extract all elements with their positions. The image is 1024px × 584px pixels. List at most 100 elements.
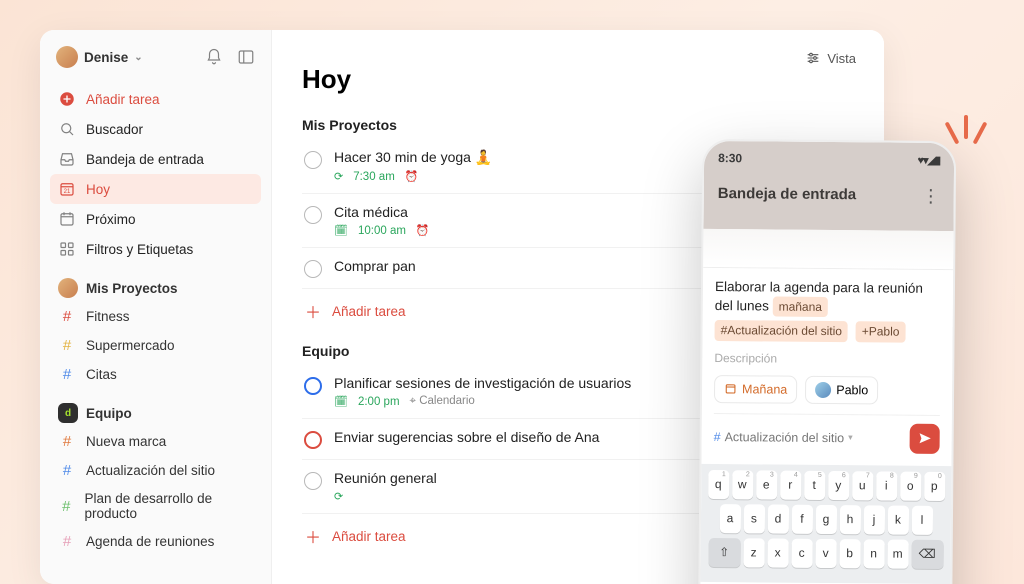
phone-mockup: 8:30 ♥▾◢▮ Bandeja de entrada ⋮ Elaborar …: [698, 139, 957, 584]
nav-inbox[interactable]: Bandeja de entrada: [50, 144, 261, 174]
project-label: Citas: [86, 367, 117, 382]
keyboard-key[interactable]: v: [815, 538, 836, 567]
panel-icon[interactable]: [237, 48, 255, 66]
team-avatar: d: [58, 403, 78, 423]
chip-date[interactable]: mañana: [773, 297, 829, 318]
keyboard-key[interactable]: b: [839, 539, 860, 568]
chip-assignee[interactable]: +Pablo: [856, 322, 906, 343]
project-label: Fitness: [86, 309, 130, 324]
keyboard-key[interactable]: i8: [876, 471, 897, 500]
keyboard-key[interactable]: l: [911, 505, 932, 534]
recurring-icon: ⟳: [334, 490, 343, 503]
task-checkbox[interactable]: [304, 151, 322, 169]
alarm-icon: ⏰: [405, 170, 419, 183]
project-label: Nueva marca: [86, 434, 166, 449]
keyboard-key[interactable]: z: [743, 538, 764, 567]
keyboard-key[interactable]: ⇧: [708, 538, 740, 567]
keyboard[interactable]: q1w2e3r4t5y6u7i8o9p0 asdfghjkl ⇧zxcvbnm⌫: [700, 464, 951, 584]
keyboard-key[interactable]: o9: [900, 471, 921, 500]
keyboard-key[interactable]: f: [791, 504, 812, 533]
task-checkbox[interactable]: [304, 431, 322, 449]
keyboard-key[interactable]: n: [863, 539, 884, 568]
nav-today[interactable]: 21 Hoy: [50, 174, 261, 204]
calendar-small-icon: 🗓: [334, 395, 348, 408]
avatar: [58, 278, 78, 298]
sidebar-project-item[interactable]: #Agenda de reuniones: [50, 527, 261, 556]
sidebar-project-item[interactable]: #Actualización del sitio: [50, 456, 261, 485]
section-label: Mis Proyectos: [86, 281, 178, 296]
nav-add-task[interactable]: Añadir tarea: [50, 84, 261, 114]
task-checkbox[interactable]: [304, 260, 322, 278]
keyboard-key[interactable]: u7: [852, 471, 873, 500]
hash-icon: #: [58, 462, 76, 479]
nav-label: Buscador: [86, 122, 143, 137]
svg-text:21: 21: [64, 189, 71, 195]
sidebar-project-item[interactable]: #Plan de desarrollo de producto: [50, 485, 261, 527]
chip-project[interactable]: #Actualización del sitio: [715, 320, 849, 341]
user-menu[interactable]: Denise ⌄: [56, 46, 143, 68]
calendar-today-icon: 21: [58, 180, 76, 198]
inbox-icon: [58, 150, 76, 168]
keyboard-key[interactable]: h: [839, 505, 860, 534]
hash-icon: #: [58, 337, 76, 354]
keyboard-key[interactable]: p0: [924, 471, 945, 500]
calendar-icon: [724, 382, 737, 395]
keyboard-key[interactable]: d: [767, 504, 788, 533]
keyboard-key[interactable]: y6: [828, 471, 849, 500]
task-time: 10:00 am: [358, 225, 406, 237]
task-time: 2:00 pm: [358, 396, 400, 408]
keyboard-key[interactable]: e3: [756, 470, 777, 499]
task-checkbox[interactable]: [304, 472, 322, 490]
section-team[interactable]: d Equipo: [50, 389, 261, 427]
page-title: Hoy: [302, 64, 854, 95]
task-checkbox[interactable]: [304, 377, 322, 395]
phone-background: [703, 229, 953, 269]
hash-icon: #: [58, 366, 76, 383]
keyboard-key[interactable]: r4: [780, 470, 801, 499]
hash-icon: #: [58, 433, 76, 450]
keyboard-key[interactable]: t5: [804, 470, 825, 499]
keyboard-key[interactable]: j: [863, 505, 884, 534]
date-pill[interactable]: Mañana: [714, 375, 797, 404]
calendar-icon: [58, 210, 76, 228]
nav-filters[interactable]: Filtros y Etiquetas: [50, 234, 261, 264]
search-icon: [58, 120, 76, 138]
view-button[interactable]: Vista: [805, 50, 856, 66]
alarm-icon: ⏰: [416, 224, 430, 237]
task-checkbox[interactable]: [304, 206, 322, 224]
project-label: Supermercado: [86, 338, 175, 353]
sidebar-project-item[interactable]: #Fitness: [50, 302, 261, 331]
status-icons: ♥▾◢▮: [917, 153, 940, 167]
sidebar-project-item[interactable]: # Citas: [50, 360, 261, 389]
sliders-icon: [805, 50, 821, 66]
project-selector[interactable]: # Actualización del sitio ▾: [714, 430, 853, 445]
nav-upcoming[interactable]: Próximo: [50, 204, 261, 234]
sheet-description[interactable]: Descripción: [714, 351, 940, 367]
sidebar-project-item[interactable]: # Supermercado: [50, 331, 261, 360]
keyboard-key[interactable]: w2: [732, 470, 753, 499]
keyboard-key[interactable]: q1: [708, 470, 729, 499]
keyboard-key[interactable]: a: [719, 504, 740, 533]
sidebar-top: Denise ⌄: [50, 44, 261, 84]
sidebar-project-item[interactable]: # Nueva marca: [50, 427, 261, 456]
keyboard-key[interactable]: k: [887, 505, 908, 534]
calendar-small-icon: 🗓: [334, 224, 348, 237]
assignee-pill[interactable]: Pablo: [805, 375, 878, 404]
nav-label: Añadir tarea: [86, 92, 160, 107]
keyboard-key[interactable]: m: [887, 539, 908, 568]
section-my-projects[interactable]: Mis Proyectos: [50, 264, 261, 302]
nav-search[interactable]: Buscador: [50, 114, 261, 144]
keyboard-key[interactable]: c: [791, 538, 812, 567]
send-button[interactable]: [910, 423, 940, 453]
task-time: 7:30 am: [353, 171, 395, 183]
user-name: Denise: [84, 50, 128, 65]
keyboard-key[interactable]: x: [767, 538, 788, 567]
kebab-icon[interactable]: ⋮: [922, 190, 940, 200]
keyboard-key[interactable]: g: [815, 504, 836, 533]
bell-icon[interactable]: [205, 48, 223, 66]
sheet-task-title[interactable]: Elaborar la agenda para la reunión del l…: [714, 278, 941, 347]
hash-icon: #: [58, 498, 75, 515]
project-label: Agenda de reuniones: [86, 534, 214, 549]
keyboard-key[interactable]: ⌫: [911, 539, 943, 568]
keyboard-key[interactable]: s: [743, 504, 764, 533]
